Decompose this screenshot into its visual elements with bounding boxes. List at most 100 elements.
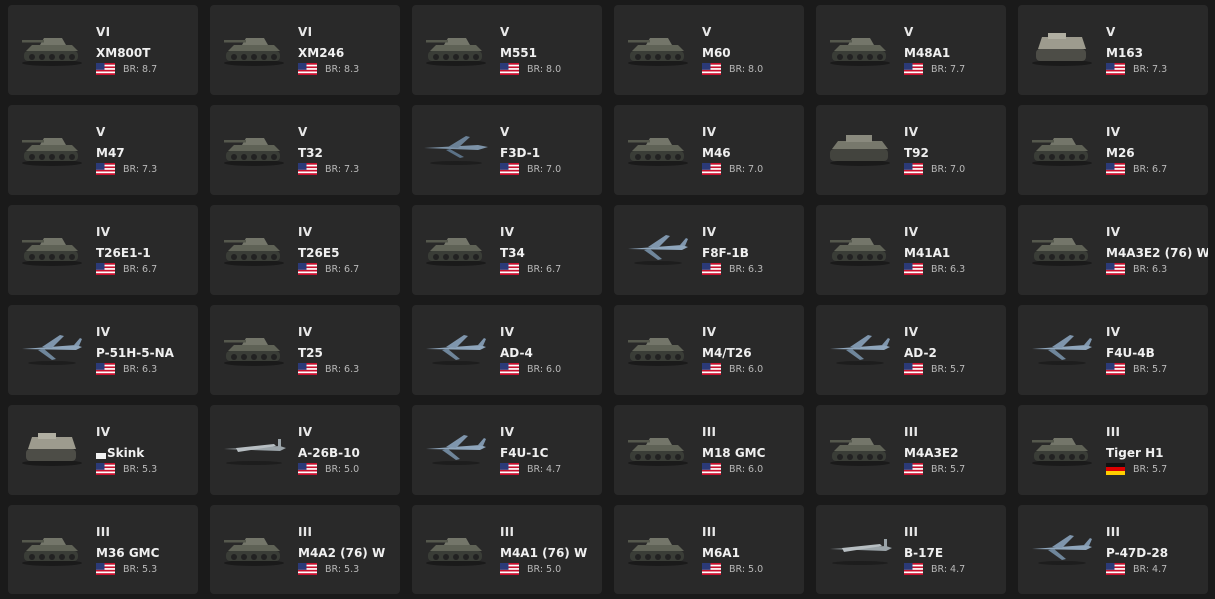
vehicle-card-m4a3e2[interactable]: III M4A3E2 BR: 5.7 bbox=[816, 405, 1006, 495]
vehicle-name: M48A1 bbox=[904, 46, 950, 60]
vehicle-tier: V bbox=[298, 125, 308, 139]
vehicle-card-t25[interactable]: IV T25 BR: 6.3 bbox=[210, 305, 400, 395]
vehicle-card-m4a3e2-76-w[interactable]: IV M4A3E2 (76) W BR: 6.3 bbox=[1018, 205, 1208, 295]
vehicle-card-m41a1[interactable]: IV M41A1 BR: 6.3 bbox=[816, 205, 1006, 295]
vehicle-card-m36-gmc[interactable]: III M36 GMC BR: 5.3 bbox=[8, 505, 198, 594]
vehicle-card-t92[interactable]: IV T92 BR: 7.0 bbox=[816, 105, 1006, 195]
vehicle-card-m6a1[interactable]: III M6A1 BR: 5.0 bbox=[614, 505, 804, 594]
vehicle-meta: BR: 5.7 bbox=[904, 463, 965, 475]
vehicle-name-text: M4A3E2 (76) W bbox=[1106, 246, 1208, 260]
vehicle-card-f4u-1c[interactable]: IV F4U-1C BR: 4.7 bbox=[412, 405, 602, 495]
vehicle-name-text: M4A2 (76) W bbox=[298, 546, 386, 560]
vehicle-tier: IV bbox=[96, 425, 111, 439]
vehicle-name: M60 bbox=[702, 46, 731, 60]
vehicle-meta: BR: 6.7 bbox=[96, 263, 157, 275]
vehicle-name: P-47D-28 bbox=[1106, 546, 1168, 560]
vehicle-name-text: Skink bbox=[107, 446, 145, 460]
vehicle-card-t34[interactable]: IV T34 BR: 6.7 bbox=[412, 205, 602, 295]
vehicle-card-f3d-1[interactable]: V F3D-1 BR: 7.0 bbox=[412, 105, 602, 195]
vehicle-tier: III bbox=[500, 525, 515, 539]
usa-flag-icon bbox=[298, 263, 317, 275]
plane-icon bbox=[16, 327, 88, 367]
tank-icon bbox=[16, 227, 88, 267]
vehicle-card-m4a1-76-w[interactable]: III M4A1 (76) W BR: 5.0 bbox=[412, 505, 602, 594]
usa-flag-icon bbox=[904, 63, 923, 75]
vehicle-card-f8f-1b[interactable]: IV F8F-1B BR: 6.3 bbox=[614, 205, 804, 295]
vehicle-card-a-26b-10[interactable]: IV A-26B-10 BR: 5.0 bbox=[210, 405, 400, 495]
vehicle-card-m4-t26[interactable]: IV M4/T26 BR: 6.0 bbox=[614, 305, 804, 395]
vehicle-tier: IV bbox=[904, 325, 919, 339]
vehicle-meta: BR: 8.3 bbox=[298, 63, 359, 75]
battle-rating: BR: 8.0 bbox=[729, 63, 764, 75]
battle-rating: BR: 8.3 bbox=[325, 63, 360, 75]
vehicle-card-p-47d-28[interactable]: III P-47D-28 BR: 4.7 bbox=[1018, 505, 1208, 594]
vehicle-name-text: M551 bbox=[500, 46, 537, 60]
vehicle-meta: BR: 6.7 bbox=[298, 263, 359, 275]
vehicle-card-p-51h-5-na[interactable]: IV P-51H-5-NA BR: 6.3 bbox=[8, 305, 198, 395]
vehicle-name-text: F3D-1 bbox=[500, 146, 541, 160]
vehicle-name-text: Tiger H1 bbox=[1106, 446, 1164, 460]
usa-flag-icon bbox=[904, 563, 923, 575]
vehicle-card-b-17e[interactable]: III B-17E BR: 4.7 bbox=[816, 505, 1006, 594]
vehicle-card-ad-2[interactable]: IV AD-2 BR: 5.7 bbox=[816, 305, 1006, 395]
vehicle-card-f4u-4b[interactable]: IV F4U-4B BR: 5.7 bbox=[1018, 305, 1208, 395]
vehicle-name: XM800T bbox=[96, 46, 150, 60]
usa-flag-icon bbox=[298, 563, 317, 575]
vehicle-meta: BR: 6.0 bbox=[500, 363, 561, 375]
battle-rating: BR: 6.7 bbox=[123, 263, 158, 275]
vehicle-meta: BR: 4.7 bbox=[1106, 563, 1167, 575]
tank-icon bbox=[1026, 227, 1098, 267]
vehicle-name: M4A3E2 (76) W bbox=[1106, 246, 1208, 260]
vehicle-meta: BR: 5.3 bbox=[96, 463, 157, 475]
vehicle-name: F4U-4B bbox=[1106, 346, 1155, 360]
vehicle-meta: BR: 7.3 bbox=[1106, 63, 1167, 75]
vehicle-name: M47 bbox=[96, 146, 125, 160]
battle-rating: BR: 6.7 bbox=[1133, 163, 1168, 175]
vehicle-tier: V bbox=[500, 25, 510, 39]
tank-icon bbox=[1026, 127, 1098, 167]
vehicle-name: F3D-1 bbox=[500, 146, 540, 160]
usa-flag-icon bbox=[96, 363, 115, 375]
vehicle-name-text: M47 bbox=[96, 146, 125, 160]
tank-icon bbox=[622, 27, 694, 67]
vehicle-card-m48a1[interactable]: V M48A1 BR: 7.7 bbox=[816, 5, 1006, 95]
vehicle-card-m46[interactable]: IV M46 BR: 7.0 bbox=[614, 105, 804, 195]
vehicle-card-m60[interactable]: V M60 BR: 8.0 bbox=[614, 5, 804, 95]
usa-flag-icon bbox=[298, 463, 317, 475]
vehicle-tier: IV bbox=[500, 325, 515, 339]
vehicle-name-text: M60 bbox=[702, 46, 731, 60]
plane-icon bbox=[824, 327, 896, 367]
vehicle-name-text: M4A3E2 bbox=[904, 446, 959, 460]
vehicle-tier: IV bbox=[500, 425, 515, 439]
vehicle-card-m18-gmc[interactable]: III M18 GMC BR: 6.0 bbox=[614, 405, 804, 495]
usa-flag-icon bbox=[96, 163, 115, 175]
vehicle-card-tiger-h1[interactable]: III Tiger H1 BR: 5.7 bbox=[1018, 405, 1208, 495]
vehicle-meta: BR: 6.0 bbox=[702, 363, 763, 375]
battle-rating: BR: 8.7 bbox=[123, 63, 158, 75]
vehicle-card-t26e1-1[interactable]: IV T26E1-1 BR: 6.7 bbox=[8, 205, 198, 295]
vehicle-meta: BR: 7.3 bbox=[298, 163, 359, 175]
usa-flag-icon bbox=[702, 563, 721, 575]
tank-icon bbox=[16, 127, 88, 167]
vehicle-card-xm800t[interactable]: VI XM800T BR: 8.7 bbox=[8, 5, 198, 95]
vehicle-tier: V bbox=[1106, 25, 1116, 39]
vehicle-card-m47[interactable]: V M47 BR: 7.3 bbox=[8, 105, 198, 195]
vehicle-card-m163[interactable]: V M163 BR: 7.3 bbox=[1018, 5, 1208, 95]
vehicle-meta: BR: 8.0 bbox=[702, 63, 763, 75]
vehicle-card-t32[interactable]: V T32 BR: 7.3 bbox=[210, 105, 400, 195]
vehicle-meta: BR: 5.7 bbox=[1106, 463, 1167, 475]
usa-flag-icon bbox=[500, 363, 519, 375]
vehicle-card-skink[interactable]: IV Skink BR: 5.3 bbox=[8, 405, 198, 495]
vehicle-card-xm246[interactable]: VI XM246 BR: 8.3 bbox=[210, 5, 400, 95]
vehicle-card-m26[interactable]: IV M26 BR: 6.7 bbox=[1018, 105, 1208, 195]
vehicle-name-text: A-26B-10 bbox=[298, 446, 360, 460]
vehicle-card-m551[interactable]: V M551 BR: 8.0 bbox=[412, 5, 602, 95]
vehicle-name-text: M46 bbox=[702, 146, 731, 160]
battle-rating: BR: 6.3 bbox=[1133, 263, 1168, 275]
vehicle-card-ad-4[interactable]: IV AD-4 BR: 6.0 bbox=[412, 305, 602, 395]
usa-flag-icon bbox=[904, 463, 923, 475]
vehicle-card-m4a2-76-w[interactable]: III M4A2 (76) W BR: 5.3 bbox=[210, 505, 400, 594]
vehicle-card-t26e5[interactable]: IV T26E5 BR: 6.7 bbox=[210, 205, 400, 295]
vehicle-name: M4/T26 bbox=[702, 346, 752, 360]
plane-icon bbox=[622, 227, 694, 267]
